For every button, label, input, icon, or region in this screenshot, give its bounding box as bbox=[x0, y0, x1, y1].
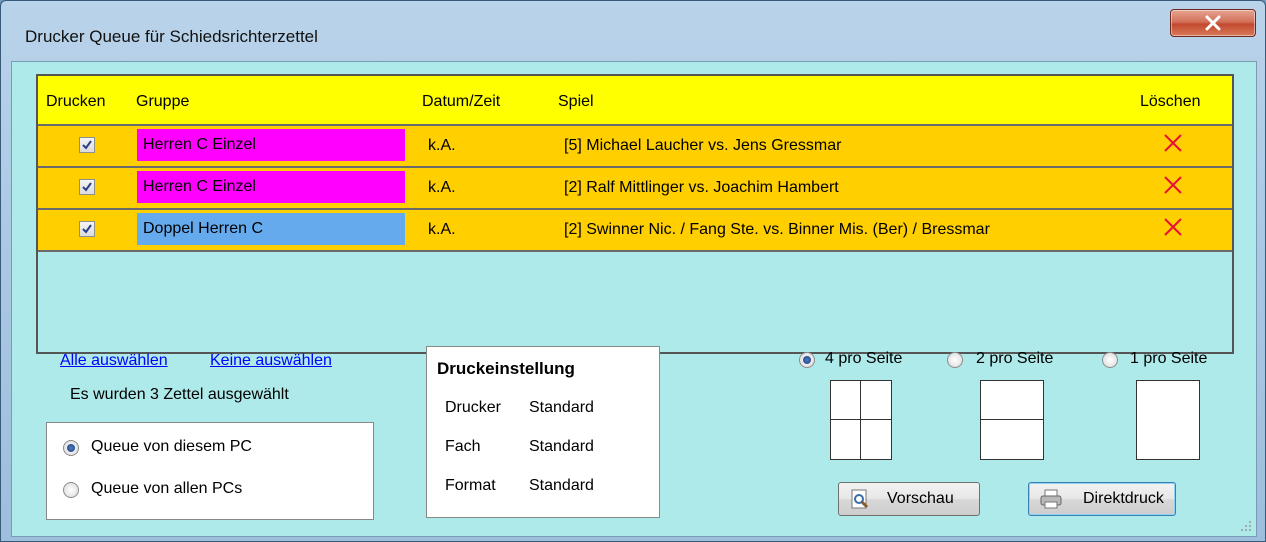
preview-button-label: Vorschau bbox=[887, 490, 954, 507]
column-header-delete: Löschen bbox=[1140, 93, 1201, 110]
preview-button[interactable]: Vorschau bbox=[838, 482, 980, 516]
radio-4-per-page[interactable] bbox=[799, 352, 815, 368]
grid-header: Drucken Gruppe Datum/Zeit Spiel Löschen bbox=[38, 76, 1232, 124]
layout-2-label: 2 pro Seite bbox=[976, 350, 1054, 367]
print-preview-icon bbox=[851, 489, 869, 509]
checkmark-icon bbox=[82, 140, 92, 150]
group-cell: Doppel Herren C bbox=[137, 213, 405, 245]
table-row: Herren C Einzel k.A. [5] Michael Laucher… bbox=[38, 124, 1232, 166]
window-title: Drucker Queue für Schiedsrichterzettel bbox=[25, 27, 318, 46]
group-cell: Herren C Einzel bbox=[137, 171, 405, 203]
table-row: Doppel Herren C k.A. [2] Swinner Nic. / … bbox=[38, 208, 1232, 252]
direct-print-button[interactable]: Direktdruck bbox=[1028, 482, 1176, 516]
delete-icon[interactable] bbox=[1161, 215, 1185, 239]
checkmark-icon bbox=[82, 182, 92, 192]
delete-icon[interactable] bbox=[1161, 131, 1185, 155]
close-icon bbox=[1205, 15, 1221, 31]
print-checkbox[interactable] bbox=[79, 221, 95, 237]
layout-4-preview[interactable] bbox=[830, 380, 892, 460]
queue-grid: Drucken Gruppe Datum/Zeit Spiel Löschen … bbox=[36, 74, 1234, 354]
queue-all-pcs-label: Queue von allen PCs bbox=[91, 480, 243, 497]
radio-2-per-page[interactable] bbox=[947, 352, 963, 368]
group-cell: Herren C Einzel bbox=[137, 129, 405, 161]
title-bar[interactable]: Drucker Queue für Schiedsrichterzettel bbox=[1, 1, 1265, 59]
print-queue-window: Drucker Queue für Schiedsrichterzettel D… bbox=[0, 0, 1266, 542]
print-settings-title: Druckeinstellung bbox=[437, 359, 575, 378]
radio-1-per-page[interactable] bbox=[1102, 352, 1118, 368]
column-header-print: Drucken bbox=[46, 93, 106, 110]
column-header-datetime: Datum/Zeit bbox=[422, 93, 501, 110]
match-cell: [2] Ralf Mittlinger vs. Joachim Hambert bbox=[564, 179, 839, 196]
select-all-link[interactable]: Alle auswählen bbox=[60, 352, 168, 370]
radio-queue-all-pcs[interactable] bbox=[63, 482, 79, 498]
checkmark-icon bbox=[82, 224, 92, 234]
layout-4-label: 4 pro Seite bbox=[825, 350, 903, 367]
layout-1-preview[interactable] bbox=[1136, 380, 1200, 460]
printer-icon bbox=[1040, 489, 1062, 509]
layout-1-label: 1 pro Seite bbox=[1130, 350, 1208, 367]
column-header-group: Gruppe bbox=[136, 93, 190, 110]
selection-status: Es wurden 3 Zettel ausgewählt bbox=[70, 386, 289, 403]
tray-key: Fach bbox=[445, 438, 481, 455]
printer-value: Standard bbox=[529, 399, 594, 416]
delete-icon[interactable] bbox=[1161, 173, 1185, 197]
direct-print-button-label: Direktdruck bbox=[1083, 490, 1164, 507]
column-header-match: Spiel bbox=[558, 93, 594, 110]
close-button[interactable] bbox=[1170, 9, 1256, 37]
print-checkbox[interactable] bbox=[79, 179, 95, 195]
queue-source-box: Queue von diesem PC Queue von allen PCs bbox=[46, 422, 374, 520]
format-value: Standard bbox=[529, 477, 594, 494]
printer-key: Drucker bbox=[445, 399, 502, 416]
radio-queue-this-pc[interactable] bbox=[63, 440, 79, 456]
print-settings-box: Druckeinstellung Drucker Standard Fach S… bbox=[426, 346, 660, 518]
client-area: Drucken Gruppe Datum/Zeit Spiel Löschen … bbox=[11, 61, 1257, 537]
queue-this-pc-label: Queue von diesem PC bbox=[91, 438, 252, 455]
table-row: Herren C Einzel k.A. [2] Ralf Mittlinger… bbox=[38, 166, 1232, 208]
match-cell: [2] Swinner Nic. / Fang Ste. vs. Binner … bbox=[564, 221, 990, 238]
tray-value: Standard bbox=[529, 438, 594, 455]
print-checkbox[interactable] bbox=[79, 137, 95, 153]
layout-2-preview[interactable] bbox=[980, 380, 1044, 460]
date-cell: k.A. bbox=[428, 179, 456, 196]
date-cell: k.A. bbox=[428, 137, 456, 154]
date-cell: k.A. bbox=[428, 221, 456, 238]
resize-grip-icon[interactable] bbox=[1240, 520, 1252, 532]
match-cell: [5] Michael Laucher vs. Jens Gressmar bbox=[564, 137, 842, 154]
select-none-link[interactable]: Keine auswählen bbox=[210, 352, 332, 370]
format-key: Format bbox=[445, 477, 496, 494]
